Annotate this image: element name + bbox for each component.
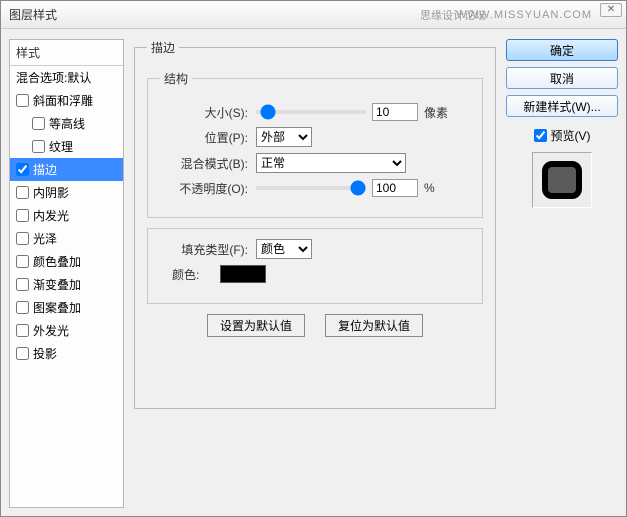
structure-fieldset: 结构 大小(S): 像素 位置(P): 外部 混合模式(B): 正常	[147, 70, 483, 218]
filltype-label: 填充类型(F):	[160, 241, 248, 258]
opacity-input[interactable]	[372, 179, 418, 197]
sidebar-item-bevel[interactable]: 斜面和浮雕	[10, 89, 123, 112]
size-unit: 像素	[424, 104, 448, 121]
check-bevel[interactable]	[16, 94, 29, 107]
sidebar-item-contour[interactable]: 等高线	[10, 112, 123, 135]
sidebar-item-patternoverlay[interactable]: 图案叠加	[10, 296, 123, 319]
watermark-url: WWW.MISSYUAN.COM	[456, 9, 592, 21]
sidebar-item-coloroverlay[interactable]: 颜色叠加	[10, 250, 123, 273]
preview-box	[532, 152, 592, 208]
layer-style-dialog: 图层样式 思缘设计论坛 WWW.MISSYUAN.COM ✕ 样式 混合选项:默…	[0, 0, 627, 517]
newstyle-button[interactable]: 新建样式(W)...	[506, 95, 618, 117]
check-innershadow[interactable]	[16, 186, 29, 199]
position-select[interactable]: 外部	[256, 127, 312, 147]
size-label: 大小(S):	[160, 104, 248, 121]
sidebar-item-texture[interactable]: 纹理	[10, 135, 123, 158]
titlebar[interactable]: 图层样式 思缘设计论坛 WWW.MISSYUAN.COM ✕	[1, 1, 626, 29]
sidebar-item-gradientoverlay[interactable]: 渐变叠加	[10, 273, 123, 296]
sidebar-item-dropshadow[interactable]: 投影	[10, 342, 123, 365]
set-default-button[interactable]: 设置为默认值	[207, 314, 305, 337]
opacity-unit: %	[424, 181, 435, 195]
reset-default-button[interactable]: 复位为默认值	[325, 314, 423, 337]
check-satin[interactable]	[16, 232, 29, 245]
preview-shape	[542, 161, 582, 199]
check-contour[interactable]	[32, 117, 45, 130]
position-label: 位置(P):	[160, 129, 248, 146]
sidebar-item-outerglow[interactable]: 外发光	[10, 319, 123, 342]
opacity-slider[interactable]	[256, 186, 366, 190]
size-input[interactable]	[372, 103, 418, 121]
fillcolor-swatch[interactable]	[220, 265, 266, 283]
size-slider[interactable]	[256, 110, 366, 114]
stroke-fieldset: 描边 结构 大小(S): 像素 位置(P): 外部 混合模式(B):	[134, 39, 496, 409]
sidebar-item-stroke[interactable]: 描边	[10, 158, 123, 181]
sidebar-blend-options[interactable]: 混合选项:默认	[10, 66, 123, 89]
blend-select[interactable]: 正常	[256, 153, 406, 173]
stroke-legend: 描边	[147, 39, 179, 56]
close-button[interactable]: ✕	[600, 3, 622, 17]
check-dropshadow[interactable]	[16, 347, 29, 360]
opacity-label: 不透明度(O):	[160, 180, 248, 197]
preview-checkbox[interactable]	[534, 129, 547, 142]
fill-fieldset: 填充类型(F): 颜色 颜色:	[147, 228, 483, 304]
sidebar-item-innershadow[interactable]: 内阴影	[10, 181, 123, 204]
sidebar-header: 样式	[10, 40, 123, 66]
preview-toggle[interactable]: 预览(V)	[506, 127, 618, 144]
check-innerglow[interactable]	[16, 209, 29, 222]
check-outerglow[interactable]	[16, 324, 29, 337]
check-gradientoverlay[interactable]	[16, 278, 29, 291]
cancel-button[interactable]: 取消	[506, 67, 618, 89]
filltype-select[interactable]: 颜色	[256, 239, 312, 259]
sidebar-item-innerglow[interactable]: 内发光	[10, 204, 123, 227]
check-patternoverlay[interactable]	[16, 301, 29, 314]
blend-label: 混合模式(B):	[160, 155, 248, 172]
check-texture[interactable]	[32, 140, 45, 153]
right-column: 确定 取消 新建样式(W)... 预览(V)	[506, 39, 618, 508]
structure-legend: 结构	[160, 70, 192, 87]
sidebar-item-satin[interactable]: 光泽	[10, 227, 123, 250]
check-coloroverlay[interactable]	[16, 255, 29, 268]
styles-sidebar: 样式 混合选项:默认 斜面和浮雕 等高线 纹理 描边 内阴影 内发光 光泽 颜色…	[9, 39, 124, 508]
ok-button[interactable]: 确定	[506, 39, 618, 61]
check-stroke[interactable]	[16, 163, 29, 176]
fillcolor-label: 颜色:	[172, 266, 212, 283]
dialog-title: 图层样式	[9, 6, 57, 23]
main-panel: 描边 结构 大小(S): 像素 位置(P): 外部 混合模式(B):	[134, 39, 496, 508]
